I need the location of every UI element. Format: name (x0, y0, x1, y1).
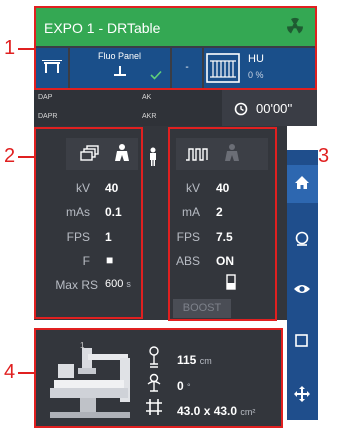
home-icon[interactable] (294, 175, 310, 195)
callout-1-line (18, 48, 35, 50)
callout-1: 1 (4, 37, 16, 59)
callout-4-line (18, 372, 35, 374)
clock-icon (234, 102, 248, 121)
field-size-value: 43.0 x 43.0 cm² (177, 404, 255, 418)
dapr-label: DAPR (38, 113, 58, 120)
callout-2-line (18, 156, 35, 158)
callout-frame-2 (34, 127, 143, 319)
angle-icon (146, 373, 162, 398)
sid-icon (147, 346, 161, 373)
eye-icon[interactable] (293, 282, 311, 300)
sid-unit: cm (199, 356, 212, 366)
move-icon[interactable] (294, 386, 310, 407)
collimator-icon[interactable] (294, 231, 310, 252)
callout-4: 4 (4, 361, 16, 383)
heat-units-icon (206, 53, 240, 88)
akr-label: AKR (142, 113, 157, 120)
dr-table-illustration[interactable] (44, 340, 136, 427)
radiation-icon (283, 15, 307, 42)
table-select-button[interactable] (36, 48, 68, 88)
angle-value: 0 ° (177, 379, 191, 393)
field-size-unit: cm² (240, 407, 256, 417)
timer-value: 00'00'' (256, 101, 293, 116)
heat-units-label: HU (248, 53, 264, 65)
table-icon (42, 60, 62, 73)
dap-label: DAP (38, 94, 53, 101)
detector-label: Fluo Panel (98, 51, 142, 61)
exposure-title: EXPO 1 - DRTable (44, 20, 161, 36)
dash-button[interactable]: - (172, 48, 202, 88)
sid-value: 115 cm (177, 353, 212, 367)
checkmark-icon (150, 67, 162, 85)
angle-unit: ° (187, 382, 191, 392)
field-size-number: 43.0 x 43.0 (177, 404, 238, 418)
field-size-icon (145, 398, 163, 421)
callout-frame-3 (168, 127, 277, 321)
square-icon[interactable] (295, 334, 308, 352)
sid-number: 115 (177, 353, 197, 367)
heat-units-value: 0 % (248, 70, 264, 80)
ak-label: AK (142, 94, 152, 101)
callout-2: 2 (4, 145, 16, 167)
person-icon (147, 147, 159, 172)
angle-number: 0 (177, 379, 184, 393)
detector-icon (112, 64, 128, 82)
callout-3: 3 (318, 145, 330, 167)
